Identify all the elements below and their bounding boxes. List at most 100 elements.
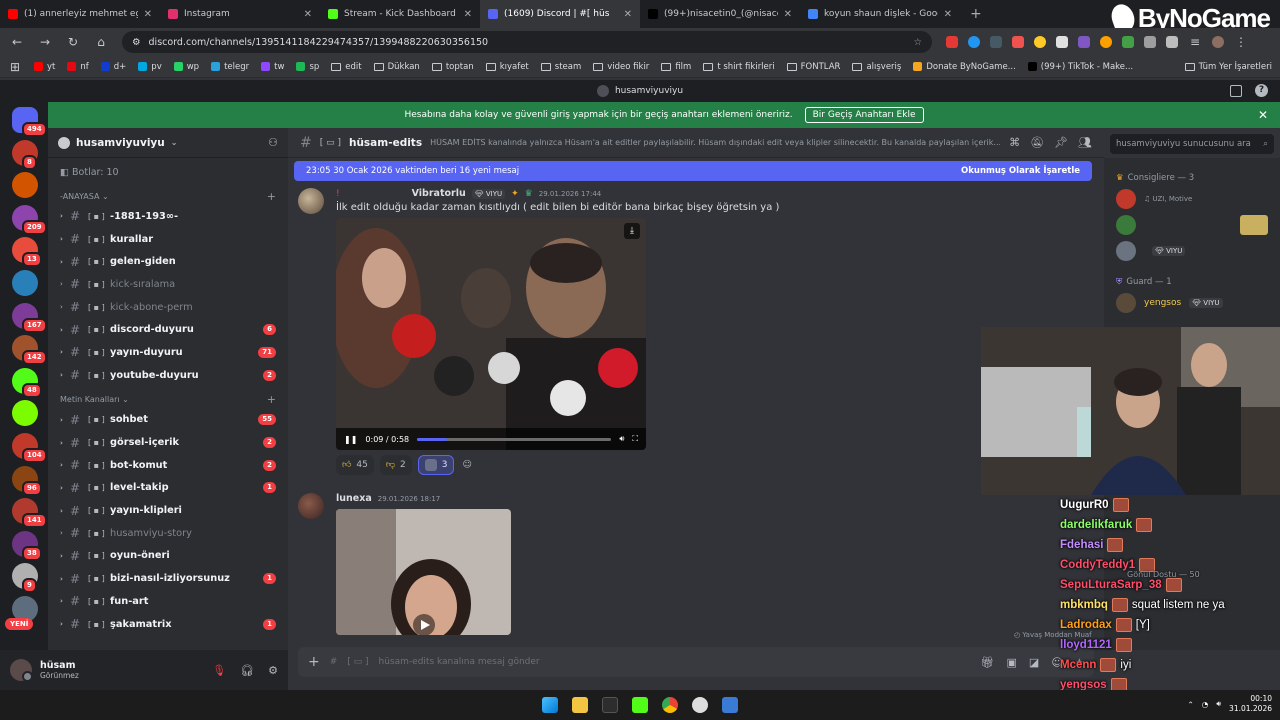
browser-tab[interactable]: (1609) Discord | #[ hüs ✕ (480, 0, 640, 28)
bookmark-item[interactable]: pv (138, 62, 162, 72)
close-icon[interactable]: ✕ (1258, 108, 1268, 122)
terminal-icon[interactable] (602, 697, 618, 713)
help-icon[interactable]: ? (1255, 84, 1268, 97)
extension-icon[interactable] (990, 36, 1002, 48)
windows-start-icon[interactable] (542, 697, 558, 713)
forward-icon[interactable]: → (38, 35, 52, 49)
bookmark-item[interactable]: alışveriş (852, 62, 901, 72)
tray-up-icon[interactable]: ⌃ (1187, 700, 1193, 709)
browser-tab[interactable]: koyun shaun dişlek - Google'da ✕ (800, 0, 960, 28)
notification-muted-icon[interactable]: 🔕︎ (1030, 136, 1044, 149)
puzzle-icon[interactable] (1166, 36, 1178, 48)
bookmark-item[interactable]: wp (173, 62, 199, 72)
invite-people-icon[interactable]: ⚇ (268, 136, 278, 149)
member-item[interactable] (1104, 212, 1280, 238)
clock[interactable]: 00:10 31.01.2026 (1229, 694, 1272, 714)
add-reaction-button[interactable]: ☺ (460, 455, 473, 475)
channel-item[interactable]: › # [ ▪ ] görsel-içerik 2 (48, 431, 288, 454)
headphones-icon[interactable]: 🎧︎ (240, 664, 254, 677)
gif-icon[interactable]: ▣ (1007, 656, 1017, 669)
channel-item[interactable]: › # [ ▪ ] yayın-duyuru 71 (48, 341, 288, 364)
avatar[interactable] (298, 188, 324, 214)
bookmark-item[interactable]: sp (296, 62, 319, 72)
channel-item[interactable]: › # [ ▪ ] youtube-duyuru 2 (48, 364, 288, 387)
channel-item[interactable]: › # [ ▪ ] -1881-193∞- (48, 205, 288, 228)
close-tab-icon[interactable]: ✕ (944, 9, 952, 20)
fullscreen-icon[interactable]: ⛶ (632, 434, 638, 444)
category-metin-kanallari[interactable]: Metin Kanalları ⌄ + (48, 391, 288, 409)
server-icon[interactable] (12, 172, 38, 199)
bookmark-item[interactable]: film (661, 62, 691, 72)
channel-item[interactable]: › # [ ▪ ] level-takip 1 (48, 477, 288, 500)
extension-icon[interactable] (1122, 36, 1134, 48)
bookmark-item[interactable]: kıyafet (485, 62, 529, 72)
profile-avatar[interactable] (1212, 36, 1224, 48)
extension-icon[interactable] (1100, 36, 1112, 48)
channel-item[interactable]: › # [ ▪ ] sohbet 55 (48, 409, 288, 432)
settings-app-icon[interactable] (722, 697, 738, 713)
add-channel-icon[interactable]: + (267, 190, 276, 203)
mic-muted-icon[interactable]: 🎙︎ (212, 664, 226, 677)
bookmark-item[interactable]: video fikir (593, 62, 649, 72)
member-item[interactable]: ♫ UZI, Motive (1104, 186, 1280, 212)
message-author[interactable]: Vibratorlu (412, 188, 466, 199)
bookmark-item[interactable]: Donate ByNoGame... (913, 62, 1016, 72)
channel-item[interactable]: › # [ ▪ ] yayın-klipleri (48, 499, 288, 522)
bookmark-item[interactable]: t shirt fikirleri (703, 62, 775, 72)
bookmark-item[interactable]: d+ (100, 62, 126, 72)
reaction-custom[interactable]: 3 (417, 455, 455, 475)
channel-item[interactable]: › # [ ▪ ] kurallar (48, 228, 288, 251)
threads-icon[interactable]: ⌘ (1009, 136, 1020, 149)
video-attachment[interactable]: ⤓ ❚❚ 0:09 / 0:58 🔊︎ ⛶ (336, 218, 646, 450)
server-search-input[interactable]: husamviyuviyu sunucusunu ara ⌕ (1110, 134, 1274, 154)
back-icon[interactable]: ← (10, 35, 24, 49)
bookmark-item[interactable]: nf (67, 62, 89, 72)
server-icon[interactable] (12, 400, 38, 427)
kick-app-icon[interactable] (632, 697, 648, 713)
reaction-thumbs-up[interactable]: 👍︎ 45 (336, 455, 374, 475)
gift-icon[interactable]: 🎁︎ (981, 656, 995, 669)
network-icon[interactable]: ◔ (1202, 700, 1209, 709)
bookmark-item[interactable]: Dükkan (373, 62, 420, 72)
browser-tab[interactable]: Instagram ✕ (160, 0, 320, 28)
close-tab-icon[interactable]: ✕ (304, 9, 312, 20)
extension-icon[interactable] (1078, 36, 1090, 48)
channel-item[interactable]: › # [ ▪ ] kick-sıralama (48, 273, 288, 296)
extension-icon[interactable] (946, 36, 958, 48)
bookmark-item[interactable]: (99+) TikTok - Make... (1027, 62, 1133, 72)
file-explorer-icon[interactable] (572, 697, 588, 713)
mark-as-read-button[interactable]: Okunmuş Olarak İşaretle (961, 166, 1080, 176)
bots-counter[interactable]: ◧ Botlar: 10 (48, 158, 288, 187)
channel-item[interactable]: › # [ ▪ ] kick-abone-perm (48, 296, 288, 319)
browser-tab[interactable]: (1) annerleyiz mehmet ege - Yo ✕ (0, 0, 160, 28)
bookmark-item[interactable]: steam (540, 62, 581, 72)
shield-icon[interactable] (1144, 36, 1156, 48)
attach-plus-icon[interactable]: + (308, 654, 320, 670)
browser-tab[interactable]: (99+)nisacetin0_(@nisacetin0_ ✕ (640, 0, 800, 28)
channel-item[interactable]: › # [ ▪ ] fun-art (48, 590, 288, 613)
all-bookmarks[interactable]: Tüm Yer İşaretleri (1184, 62, 1272, 72)
close-tab-icon[interactable]: ✕ (624, 9, 632, 20)
extension-icon[interactable] (968, 36, 980, 48)
video-attachment[interactable] (336, 509, 511, 635)
download-icon[interactable]: ⤓ (624, 223, 640, 239)
menu-kebab-icon[interactable]: ⋮ (1234, 35, 1248, 49)
pin-icon[interactable]: 📌︎ (1054, 136, 1068, 149)
bookmark-item[interactable]: telegr (211, 62, 249, 72)
address-bar[interactable]: ⚙ discord.com/channels/13951411842294743… (122, 31, 932, 53)
member-list-icon[interactable]: 👥︎ (1078, 136, 1092, 149)
media-control-icon[interactable]: ≡ (1188, 35, 1202, 49)
bookmark-item[interactable]: FONTLAR (786, 62, 840, 72)
channel-item[interactable]: › # [ ▪ ] şakamatrix 1 (48, 613, 288, 636)
bookmark-item[interactable]: edit (331, 62, 362, 72)
settings-gear-icon[interactable]: ⚙ (268, 664, 278, 677)
close-tab-icon[interactable]: ✕ (144, 9, 152, 20)
extension-icon[interactable] (1034, 36, 1046, 48)
inbox-icon[interactable] (1230, 85, 1242, 97)
volume-icon[interactable]: 🔊︎ (1216, 699, 1221, 709)
bookmark-star-icon[interactable]: ☆ (913, 37, 922, 48)
channel-item[interactable]: › # [ ▪ ] bot-komut 2 (48, 454, 288, 477)
member-item[interactable]: yengsos 💎︎ VIYU (1104, 290, 1280, 316)
site-info-icon[interactable]: ⚙ (132, 37, 141, 48)
server-icon[interactable] (12, 270, 38, 296)
